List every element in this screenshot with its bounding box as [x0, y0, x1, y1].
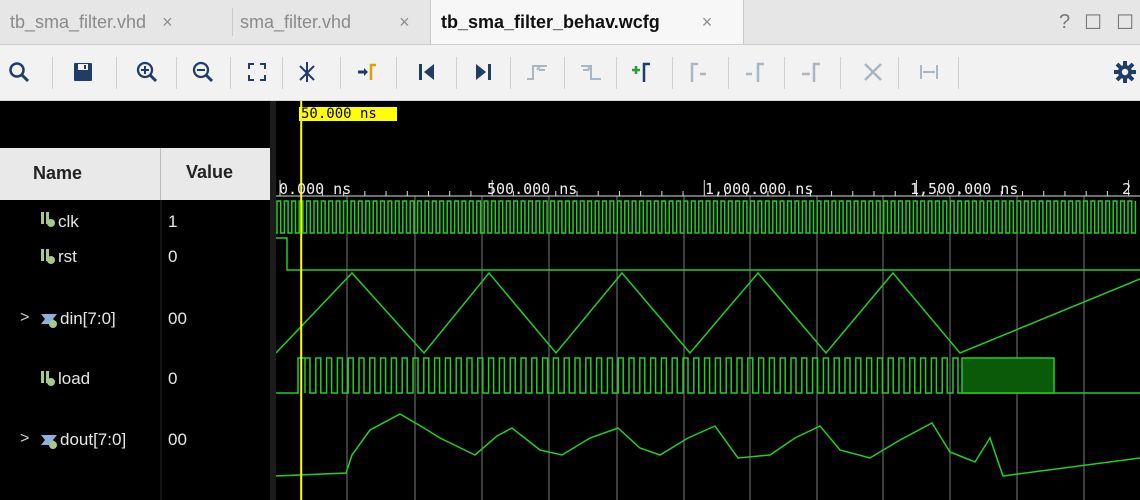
tab-divider	[232, 8, 233, 36]
delete-icon[interactable]	[856, 53, 890, 91]
restore-icon[interactable]: ☐	[1084, 10, 1102, 35]
signal-list-panel: Name Value clk 1 rst 0 > din[7:0] 00 loa…	[0, 101, 270, 500]
cursor-disable-icon[interactable]	[290, 53, 324, 91]
panel-icon[interactable]: ☐	[1116, 10, 1134, 35]
signal-name: dout[7:0]	[60, 430, 127, 449]
previous-transition-icon[interactable]	[520, 53, 554, 91]
zoom-fit-icon[interactable]	[240, 53, 274, 91]
go-to-start-icon[interactable]	[410, 53, 444, 91]
signal-list-header: Name Value	[0, 148, 270, 200]
help-icon[interactable]: ?	[1059, 11, 1070, 34]
signal-row-load[interactable]: load 0	[0, 367, 270, 397]
load-bus-segment	[961, 357, 1055, 394]
clk-waveform	[276, 200, 1137, 234]
signal-name: clk	[58, 212, 79, 231]
ruler-label-0: 0.000 ns	[279, 180, 352, 198]
expand-caret-icon[interactable]: >	[20, 430, 29, 448]
column-divider[interactable]	[160, 148, 161, 200]
zoom-in-icon[interactable]	[130, 53, 164, 91]
signal-value: 00	[168, 430, 187, 449]
tab-close-icon[interactable]: ×	[162, 12, 173, 33]
go-to-cursor-icon[interactable]	[350, 53, 384, 91]
tab-label: tb_sma_filter_behav.wcfg	[441, 11, 660, 32]
signal-row-rst[interactable]: rst 0	[0, 245, 270, 275]
signal-row-din[interactable]: > din[7:0] 00	[0, 309, 270, 339]
signal-value: 00	[168, 309, 187, 328]
previous-marker-icon[interactable]	[682, 53, 716, 91]
editor-tab-bar: tb_sma_filter.vhd × sma_filter.vhd × tb_…	[0, 0, 1140, 45]
value-column-header[interactable]: Value	[186, 162, 233, 183]
tab-label: tb_sma_filter.vhd	[10, 11, 147, 32]
tab-tb-sma-filter-vhd[interactable]: tb_sma_filter.vhd ×	[10, 0, 173, 44]
signal-row-clk[interactable]: clk 1	[0, 208, 270, 238]
go-to-end-icon[interactable]	[466, 53, 500, 91]
tab-tb-sma-filter-behav-wcfg[interactable]: tb_sma_filter_behav.wcfg ×	[430, 0, 744, 44]
signal-name: din[7:0]	[60, 309, 116, 328]
add-marker-icon[interactable]	[624, 53, 658, 91]
bus-signal-icon	[41, 435, 57, 449]
signal-value: 0	[168, 247, 178, 266]
ruler-label-1500: 1,500.000 ns	[910, 180, 1019, 198]
search-icon[interactable]	[2, 53, 36, 91]
cursor-time-label[interactable]: 50.000 ns	[299, 107, 397, 121]
signal-value: 1	[168, 212, 178, 231]
ruler-label-2000: 2	[1122, 180, 1132, 198]
waveform-canvas[interactable]	[276, 101, 1140, 500]
settings-icon[interactable]	[1108, 53, 1140, 91]
bit-signal-icon	[41, 249, 55, 264]
save-icon[interactable]	[66, 53, 100, 91]
swap-cursors-icon[interactable]	[912, 53, 946, 91]
tab-close-icon[interactable]: ×	[399, 12, 410, 33]
signal-name: rst	[58, 247, 77, 266]
rst-waveform	[276, 237, 1140, 271]
tab-sma-filter-vhd[interactable]: sma_filter.vhd ×	[240, 0, 410, 44]
signal-value: 0	[168, 369, 178, 388]
ruler-label-1000: 1,000.000 ns	[705, 180, 814, 198]
signal-name: load	[58, 369, 91, 388]
name-column-header[interactable]: Name	[33, 163, 82, 184]
window-controls: ? ☐ ☐	[1059, 0, 1140, 44]
signal-row-dout[interactable]: > dout[7:0] 00	[0, 430, 270, 460]
expand-caret-icon[interactable]: >	[20, 309, 29, 327]
bit-signal-icon	[41, 371, 55, 386]
next-transition-icon[interactable]	[574, 53, 608, 91]
ruler-label-500: 500.000 ns	[487, 180, 578, 198]
delete-marker-icon[interactable]	[794, 53, 828, 91]
bit-signal-icon	[41, 212, 55, 227]
waveform-toolbar	[0, 45, 1140, 101]
waveform-plot	[276, 101, 1140, 500]
din-waveform	[276, 271, 1140, 355]
tab-close-icon[interactable]: ×	[702, 12, 713, 33]
next-marker-icon[interactable]	[738, 53, 772, 91]
bus-signal-icon	[41, 314, 57, 328]
dout-waveform	[276, 413, 1140, 477]
zoom-out-icon[interactable]	[186, 53, 220, 91]
tab-label: sma_filter.vhd	[240, 11, 352, 32]
